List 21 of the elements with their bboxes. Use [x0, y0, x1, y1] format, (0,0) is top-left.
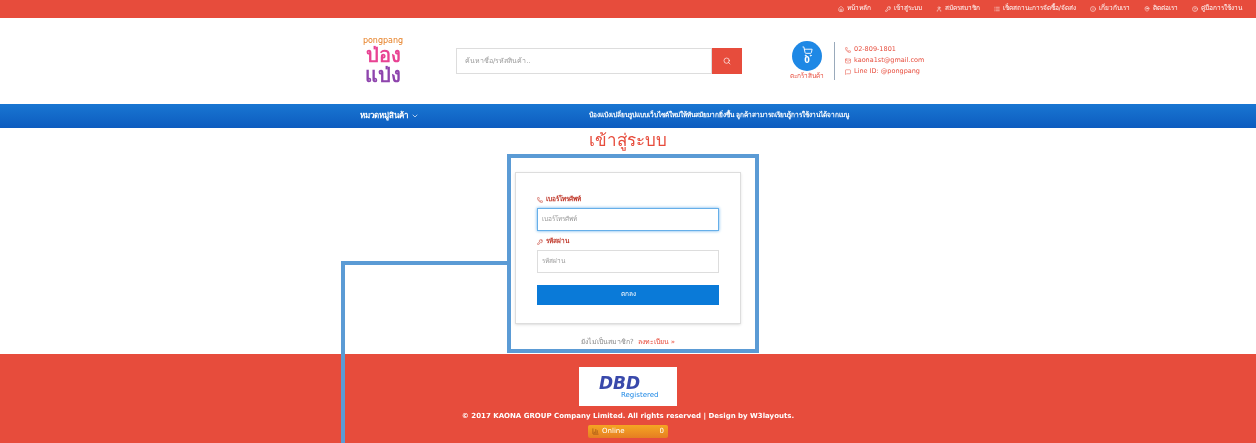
- chart-icon: [592, 427, 599, 435]
- info-icon: [1090, 6, 1096, 12]
- key-icon: [537, 238, 543, 245]
- cart-button[interactable]: 0: [792, 40, 822, 71]
- phone-icon: [537, 196, 543, 203]
- chat-icon: [845, 68, 851, 75]
- mail-icon: [845, 58, 851, 64]
- logo[interactable]: pongpang ป่อง แป่ง: [338, 37, 428, 85]
- key-icon: [884, 6, 891, 12]
- map-pin-icon: [1144, 6, 1150, 12]
- chevron-icon: [411, 112, 419, 120]
- list-icon: [993, 6, 1000, 12]
- page-title: เข้าสู่ระบบ: [589, 130, 667, 150]
- search-icon: [723, 57, 731, 65]
- search-button[interactable]: [712, 48, 742, 74]
- phone-icon: [845, 47, 851, 54]
- user-icon: [935, 6, 942, 12]
- home-icon: [837, 6, 844, 12]
- cart-icon: [801, 46, 813, 58]
- categories-menu[interactable]: หมวดหมู่สินค้า: [360, 110, 419, 122]
- help-icon: [1192, 6, 1198, 12]
